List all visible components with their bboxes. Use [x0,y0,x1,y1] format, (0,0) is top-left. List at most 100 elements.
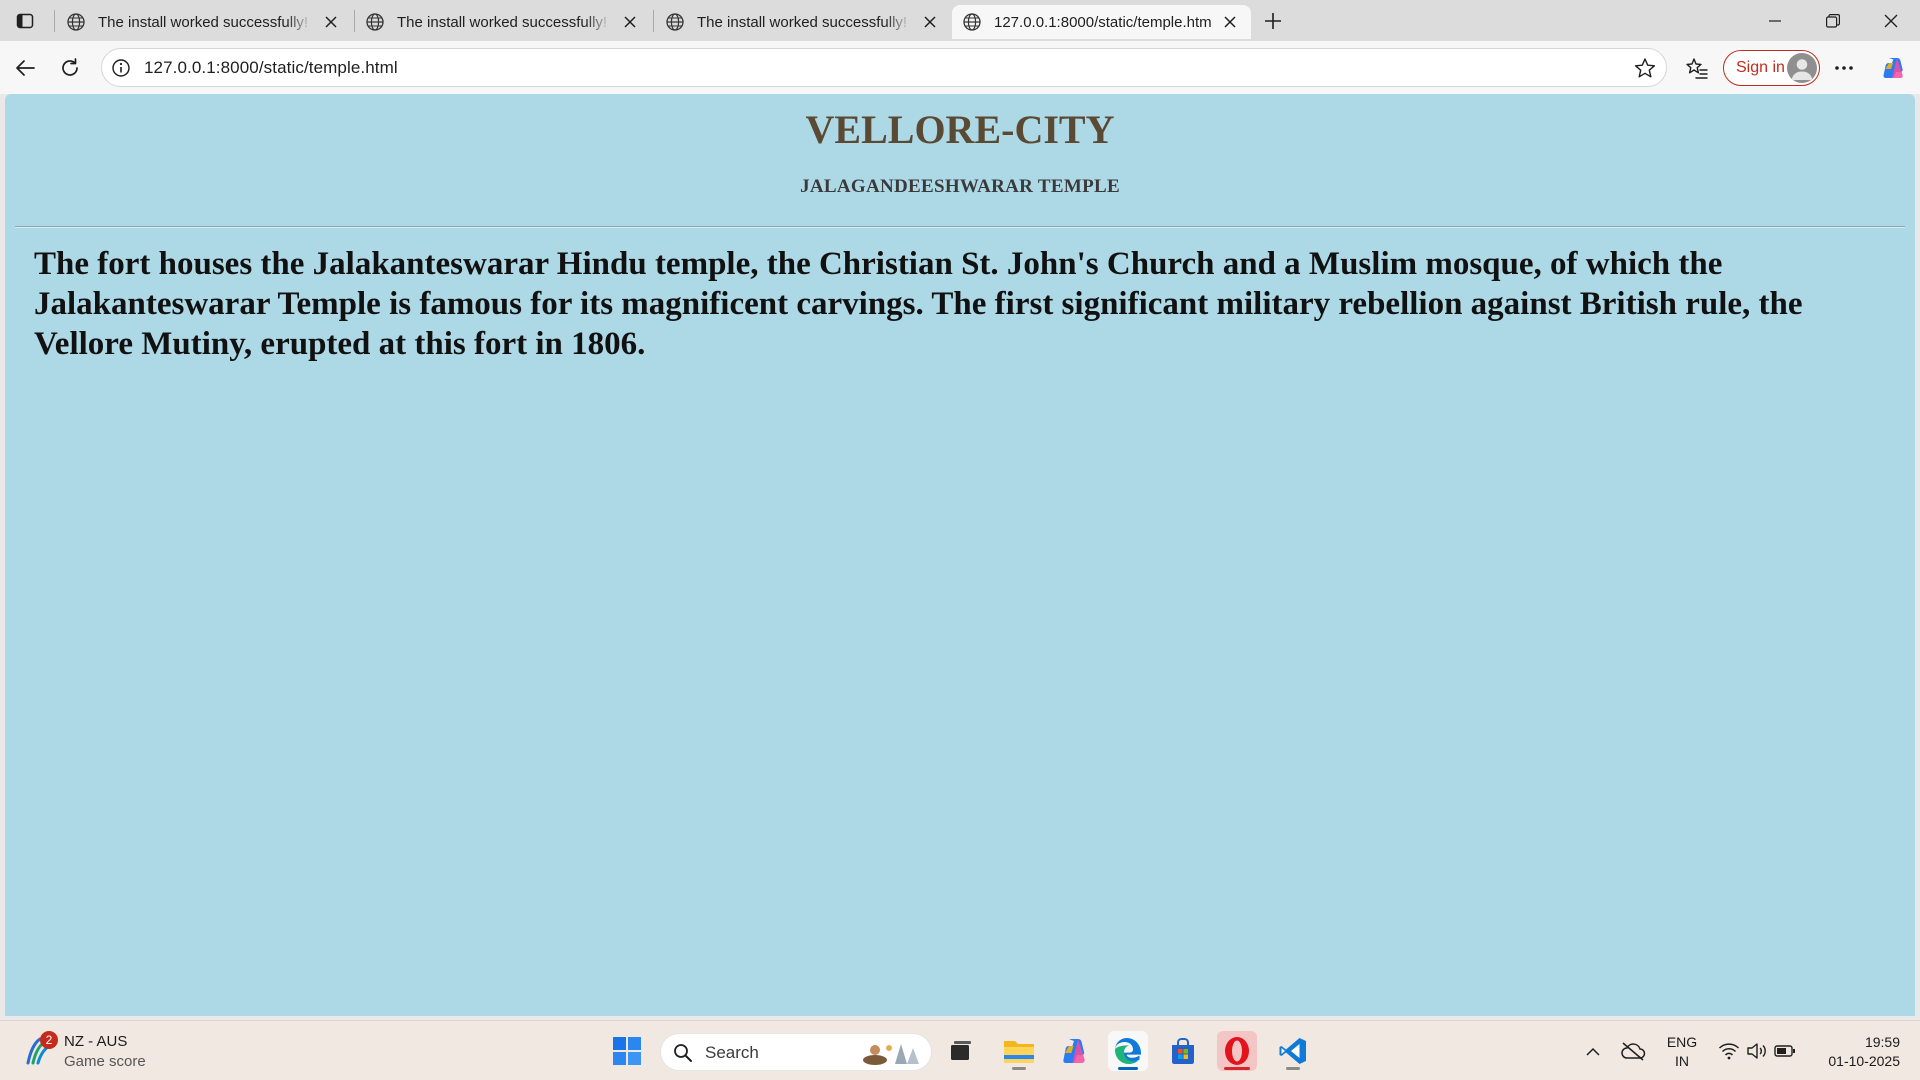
edge-icon [1115,1038,1141,1064]
notification-badge: 2 [40,1031,58,1049]
restore-icon [1826,13,1840,28]
close-icon [1884,14,1898,27]
tab-title: The install worked successfully! Congrat… [697,13,911,31]
start-button[interactable] [607,1031,647,1071]
show-hidden-icons-button[interactable] [1580,1031,1606,1071]
horizontal-rule [15,226,1905,228]
browser-toolbar: 127.0.0.1:8000/static/temple.html Sign i… [0,41,1920,94]
close-icon [325,16,337,28]
page-paragraph: The fort houses the Jalakanteswarar Hind… [34,246,1803,362]
minimize-button[interactable] [1746,0,1804,41]
running-indicator [1286,1067,1300,1070]
widget-subtitle: Game score [64,1053,146,1070]
address-bar[interactable]: 127.0.0.1:8000/static/temple.html [101,48,1667,87]
opera-icon [1225,1037,1249,1065]
onedrive-button[interactable] [1618,1031,1648,1071]
tab-1[interactable]: The install worked successfully! Congrat… [56,5,352,39]
active-indicator [1118,1067,1138,1070]
back-arrow-icon [16,60,35,76]
globe-icon [366,13,384,31]
refresh-button[interactable] [53,51,87,85]
wifi-icon [1718,1043,1740,1060]
opera-button[interactable] [1217,1031,1257,1071]
page-viewport: VELLORE-CITY JALAGANDEESHWARAR TEMPLE Th… [5,94,1915,1016]
tab-close-button[interactable] [1219,11,1241,33]
close-icon [624,16,636,28]
volume-icon [1747,1043,1766,1059]
tab-strip: The install worked successfully! Congrat… [0,0,1920,41]
avatar [1787,53,1817,83]
clock[interactable]: 19:59 01-10-2025 [1808,1033,1900,1071]
file-explorer-button[interactable] [999,1031,1039,1071]
copilot-app-button[interactable] [1054,1031,1094,1071]
refresh-icon [62,58,78,76]
windows-start-icon [613,1037,641,1065]
tab-close-button[interactable] [320,11,342,33]
copilot-icon [1883,58,1903,78]
tab-4-active[interactable]: 127.0.0.1:8000/static/temple.html [952,5,1251,39]
language-code: ENG [1666,1034,1698,1050]
task-view-button[interactable] [941,1031,981,1071]
more-dots-icon [1835,66,1853,70]
favorite-star-icon[interactable] [1634,57,1656,79]
quick-settings-button[interactable] [1714,1031,1800,1071]
tab-actions-icon [16,13,34,29]
plus-icon [1265,13,1281,29]
copilot-icon [1063,1039,1085,1063]
site-info-icon[interactable] [111,58,131,78]
minimize-icon [1769,19,1781,22]
profile-icon [1791,59,1813,80]
copilot-button[interactable] [1876,51,1910,85]
cloud-offline-icon [1621,1042,1646,1061]
taskbar-search[interactable]: Search [660,1033,932,1071]
close-window-button[interactable] [1862,0,1920,41]
close-icon [924,16,936,28]
tab-3[interactable]: The install worked successfully! Congrat… [655,5,951,39]
edge-button[interactable] [1108,1031,1148,1071]
battery-icon [1774,1045,1795,1057]
sign-in-label: Sign in [1736,59,1785,76]
active-indicator [1224,1067,1250,1070]
address-text[interactable]: 127.0.0.1:8000/static/temple.html [144,58,398,78]
chevron-up-icon [1586,1047,1600,1056]
search-label: Search [705,1043,759,1062]
tab-separator [54,10,55,32]
page-subheading: JALAGANDEESHWARAR TEMPLE [800,176,1120,197]
tab-close-button[interactable] [619,11,641,33]
favorites-button[interactable] [1680,51,1714,85]
tab-separator [653,10,654,32]
new-tab-button[interactable] [1258,6,1288,36]
tab-actions-button[interactable] [10,7,40,35]
clock-time: 19:59 [1864,1034,1900,1050]
favorites-list-icon [1686,58,1708,79]
language-indicator[interactable]: ENG IN [1660,1033,1704,1071]
weather-sports-widget[interactable]: 2 NZ - AUS Game score [22,1031,152,1073]
vscode-button[interactable] [1273,1031,1313,1071]
microsoft-store-icon [1172,1038,1194,1064]
tab-title: The install worked successfully! Congrat… [397,13,611,31]
globe-icon [67,13,85,31]
settings-more-button[interactable] [1827,51,1861,85]
restore-button[interactable] [1804,0,1862,41]
task-view-icon [951,1041,971,1060]
tab-2[interactable]: The install worked successfully! Congrat… [355,5,651,39]
search-icon [674,1044,692,1062]
running-indicator [1012,1067,1026,1070]
search-highlight-icon [863,1044,919,1065]
clock-date: 01-10-2025 [1828,1053,1900,1069]
back-button[interactable] [8,51,42,85]
taskbar: 2 NZ - AUS Game score Search ENG IN 19:5… [0,1020,1920,1080]
close-icon [1224,16,1236,28]
file-explorer-icon [1004,1041,1034,1063]
tab-title: 127.0.0.1:8000/static/temple.html [994,13,1211,31]
globe-icon [666,13,684,31]
globe-icon [963,13,981,31]
page-heading: VELLORE-CITY [805,107,1115,152]
region-code: IN [1675,1053,1689,1069]
vscode-icon [1279,1038,1306,1064]
tab-close-button[interactable] [919,11,941,33]
sign-in-button[interactable]: Sign in [1723,50,1820,86]
store-button[interactable] [1163,1031,1203,1071]
widget-title: NZ - AUS [64,1033,128,1050]
tab-title: The install worked successfully! Congrat… [98,13,312,31]
